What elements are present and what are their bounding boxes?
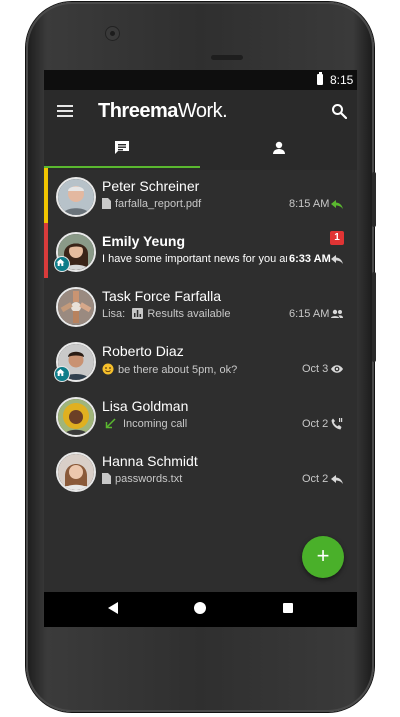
navigation-bar: [44, 592, 357, 627]
tab-contacts[interactable]: [200, 138, 357, 168]
unread-count-badge: 1: [330, 231, 344, 245]
battery-icon: [317, 72, 323, 85]
priority-bar: [44, 168, 48, 223]
avatar: [56, 397, 96, 437]
reply-icon: [331, 255, 343, 264]
contact-name: Task Force Farfalla: [102, 288, 222, 304]
avatar: [56, 177, 96, 217]
message-date: Oct 3: [302, 363, 329, 375]
message-preview: farfalla_report.pdf: [102, 198, 242, 210]
home-icon[interactable]: [194, 602, 206, 614]
preview-text: I have some important news for you and: [102, 253, 287, 265]
preview-text: Results available: [147, 308, 231, 320]
home-icon: [56, 369, 65, 376]
earpiece-speaker: [211, 55, 243, 60]
group-icon: [331, 309, 343, 318]
message-date: 8:15 AM: [289, 198, 330, 210]
menu-icon[interactable]: [57, 105, 73, 117]
preview-sender: Lisa:: [102, 308, 126, 320]
recents-icon[interactable]: [283, 603, 293, 613]
file-icon: [102, 198, 111, 209]
search-icon[interactable]: [331, 103, 347, 119]
screen: 8:15 ThreemaWork. Peter Schreiner farfal…: [44, 70, 357, 627]
tab-chats[interactable]: [44, 138, 200, 168]
message-preview: be there about 5pm, ok?: [102, 363, 252, 376]
poll-icon: [132, 308, 144, 319]
reply-icon: [331, 475, 343, 484]
preview-text: passwords.txt: [115, 473, 183, 485]
emoji-icon: [102, 363, 114, 375]
conversation-row-roberto-diaz[interactable]: Roberto Diaz be there about 5pm, ok? Oct…: [44, 333, 357, 388]
avatar: [56, 287, 96, 327]
contact-name: Lisa Goldman: [102, 398, 189, 414]
app-bar: ThreemaWork.: [44, 90, 357, 170]
incoming-call-icon: [105, 418, 116, 429]
status-time: 8:15: [330, 73, 354, 87]
status-bar: 8:15: [44, 70, 357, 90]
avatar: [56, 452, 96, 492]
power-button: [372, 172, 376, 227]
preview-text: be there about 5pm, ok?: [118, 364, 238, 376]
chat-icon: [115, 141, 129, 154]
conversation-row-emily-yeung[interactable]: 1 Emily Yeung I have some important news…: [44, 223, 357, 278]
message-date: Oct 2: [302, 473, 329, 485]
app-logo: ThreemaWork.: [98, 100, 228, 123]
logo-suffix: Work.: [177, 100, 228, 122]
logo-main: Threema: [98, 100, 178, 122]
preview-text: Incoming call: [123, 418, 188, 430]
priority-bar: [44, 223, 48, 278]
contact-name: Hanna Schmidt: [102, 453, 198, 469]
reply-icon: [331, 200, 343, 209]
message-date: 6:15 AM: [289, 308, 330, 320]
contact-name: Roberto Diaz: [102, 343, 184, 359]
work-badge: [54, 366, 70, 382]
message-preview: I have some important news for you and: [102, 253, 287, 265]
conversation-row-hanna-schmidt[interactable]: Hanna Schmidt passwords.txt Oct 2: [44, 443, 357, 498]
volume-button: [372, 272, 376, 362]
back-icon[interactable]: [108, 602, 118, 614]
contact-name: Emily Yeung: [102, 233, 185, 249]
phone-icon: [331, 418, 343, 430]
eye-icon: [331, 365, 343, 373]
person-icon: [273, 141, 285, 154]
file-icon: [102, 473, 111, 484]
message-preview: passwords.txt: [102, 473, 252, 485]
message-preview: Incoming call: [102, 418, 252, 430]
front-camera: [105, 26, 120, 41]
message-date: Oct 2: [302, 418, 329, 430]
contact-name: Peter Schreiner: [102, 178, 200, 194]
conversation-row-task-force-farfalla[interactable]: Task Force Farfalla Lisa: Results availa…: [44, 278, 357, 333]
work-badge: [54, 256, 70, 272]
message-preview: Lisa: Results available: [102, 308, 252, 320]
preview-text: farfalla_report.pdf: [115, 198, 202, 210]
message-date: 6:33 AM: [287, 253, 331, 265]
conversation-row-lisa-goldman[interactable]: Lisa Goldman Incoming call Oct 2: [44, 388, 357, 443]
conversation-row-peter-schreiner[interactable]: Peter Schreiner farfalla_report.pdf 8:15…: [44, 168, 357, 223]
new-chat-button[interactable]: +: [302, 536, 344, 578]
home-icon: [56, 259, 65, 266]
